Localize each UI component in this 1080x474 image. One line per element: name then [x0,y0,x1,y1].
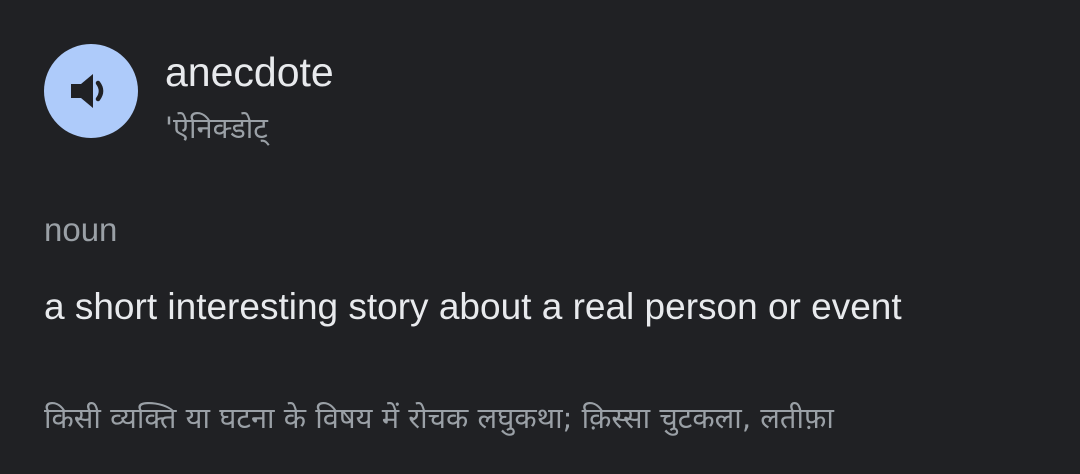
part-of-speech: noun [44,211,118,248]
pronunciation: 'ऐनिक्डोट् [165,111,268,145]
headword: anecdote [165,49,334,95]
hindi-translation: किसी व्यक्ति या घटना के विषय में रोचक लघ… [44,401,834,435]
speaker-icon [69,71,113,111]
definition-text: a short interesting story about a real p… [44,286,902,327]
pronounce-button[interactable] [44,44,138,138]
dictionary-card: anecdote 'ऐनिक्डोट् noun a short interes… [0,0,1080,474]
